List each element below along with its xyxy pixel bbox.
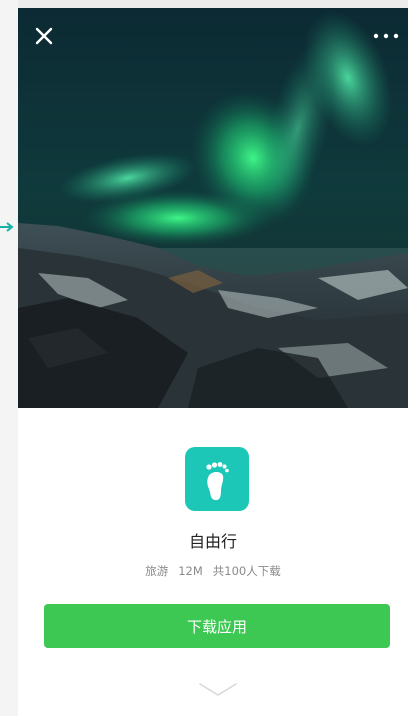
aurora-hero-image — [18, 8, 408, 408]
close-icon[interactable] — [32, 24, 56, 48]
download-button[interactable]: 下载应用 — [44, 604, 390, 648]
chevron-down-icon[interactable] — [198, 682, 238, 698]
app-name: 自由行 — [188, 532, 237, 551]
app-meta: 旅游 12M 共100人下载 — [18, 563, 408, 579]
app-preview-card: 自由行 旅游 12M 共100人下载 下载应用 — [18, 8, 408, 716]
edge-arrow-icon — [0, 222, 14, 232]
background-page-strip — [0, 0, 18, 716]
app-size: 12M — [178, 564, 203, 578]
more-dots-icon[interactable] — [372, 24, 400, 48]
footprint-icon — [206, 462, 229, 501]
app-category: 旅游 — [145, 564, 169, 578]
app-icon — [185, 447, 249, 511]
app-downloads: 共100人下载 — [212, 564, 281, 578]
